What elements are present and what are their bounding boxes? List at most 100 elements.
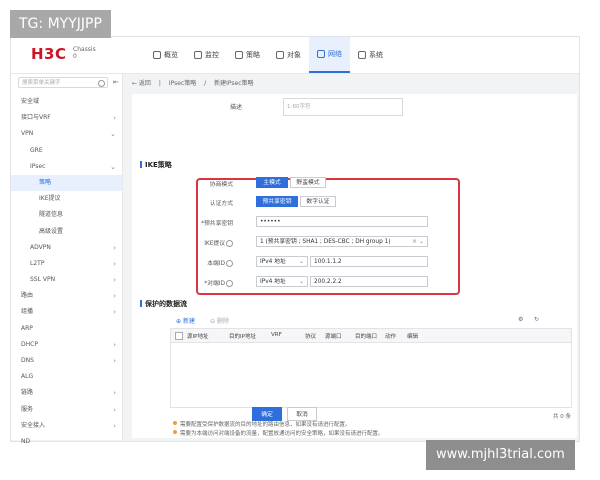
proposal-label: IKE提议	[163, 238, 233, 247]
auth-cert-button[interactable]: 数字认证	[300, 196, 336, 207]
auth-label: 认证方式	[209, 201, 233, 207]
ok-button[interactable]: 确定	[252, 407, 282, 421]
sidebar-item[interactable]: 高级设置	[11, 224, 122, 240]
col-action: 动作	[385, 334, 397, 340]
sidebar-item[interactable]: ARP	[11, 321, 122, 337]
sidebar-item[interactable]: GRE	[11, 143, 122, 159]
proposal-value: 1 (预共享密钥 ; SHA1 ; DES-CBC ; DH group 1)	[260, 239, 391, 245]
gear-icon[interactable]: ⚙	[518, 316, 523, 323]
warning-dot-icon	[173, 430, 177, 434]
chassis-text: Chassis	[73, 46, 96, 53]
chevron-icon: ›	[113, 259, 116, 268]
sidebar-item[interactable]: 组播 ›	[11, 304, 122, 320]
sidebar-item-label: IPsec	[30, 162, 46, 170]
system-icon	[358, 51, 366, 59]
mode-label: 协商模式	[209, 182, 233, 188]
chevron-icon: ›	[113, 114, 116, 123]
menu-search-input[interactable]: 搜索菜单关键字	[18, 77, 108, 88]
sidebar-item[interactable]: ADVPN ›	[11, 240, 122, 256]
local-id-input[interactable]: 100.1.1.2	[310, 256, 428, 267]
network-icon	[317, 50, 325, 58]
sidebar-item[interactable]: IKE提议	[11, 191, 122, 207]
watermark-bottom-right: www.mjhl3trial.com	[426, 440, 575, 470]
monitor-icon	[194, 51, 202, 59]
sidebar-item[interactable]: 安全域	[11, 94, 122, 110]
sidebar-item[interactable]: 隧道信息	[11, 207, 122, 223]
nav-policy-label: 策略	[246, 51, 260, 59]
sidebar-item[interactable]: ALG	[11, 369, 122, 385]
peer-id-type-select[interactable]: IPv4 地址 ⌄	[256, 276, 308, 287]
nav-object[interactable]: 对象	[268, 37, 309, 73]
peer-id-label: *对端ID	[163, 278, 233, 287]
sidebar-item[interactable]: L2TP ›	[11, 256, 122, 272]
mode-aggressive-button[interactable]: 野蛮模式	[290, 177, 326, 188]
app-window: H3C Chassis 0 概览 监控 策略 对象 网络 系统 搜索菜单关键字 …	[10, 36, 580, 445]
breadcrumb-current: 新建IPsec策略	[214, 80, 254, 87]
sidebar-item[interactable]: DHCP ›	[11, 337, 122, 353]
new-flow-button[interactable]: ⊕ 新建	[176, 316, 195, 325]
sidebar-item-label: GRE	[30, 146, 43, 154]
breadcrumb: ← 返回 | IPsec策略 / 新建IPsec策略	[132, 78, 260, 87]
sidebar-item[interactable]: IPsec ⌄	[11, 159, 122, 175]
sidebar-item[interactable]: 服务 ›	[11, 402, 122, 418]
nav-system[interactable]: 系统	[350, 37, 391, 73]
peer-id-input[interactable]: 200.2.2.2	[310, 276, 428, 287]
nav-network[interactable]: 网络	[309, 37, 350, 73]
psk-input[interactable]: ••••••	[256, 216, 428, 227]
search-icon[interactable]	[98, 80, 105, 87]
new-flow-label: 新建	[182, 318, 195, 325]
chevron-icon: ›	[113, 292, 116, 301]
col-protocol: 协议	[305, 334, 317, 340]
nav-object-label: 对象	[287, 51, 301, 59]
info-icon	[226, 240, 233, 247]
col-dst-ip: 目的IP地址	[229, 334, 256, 340]
sidebar-item-label: 服务	[21, 405, 34, 413]
local-id-type-select[interactable]: IPv4 地址 ⌄	[256, 256, 308, 267]
chevron-icon: ⌄	[110, 162, 116, 171]
h3c-logo: H3C	[31, 45, 67, 63]
refresh-icon[interactable]: ↻	[534, 316, 539, 323]
sidebar-menu: 安全域接口与VRF › VPN ⌄ GRE IPsec ⌄ 策略 IKE提议隧道信息 高级设置 AD…	[11, 94, 122, 450]
auth-psk-button[interactable]: 预共享密钥	[256, 196, 298, 207]
sidebar-item[interactable]: ND	[11, 434, 122, 450]
back-link[interactable]: ← 返回	[132, 80, 151, 87]
chevron-icon: ›	[113, 421, 116, 430]
sidebar-item[interactable]: VPN ⌄	[11, 126, 122, 142]
desc-textarea[interactable]: 1-80字符	[283, 98, 403, 116]
collapse-sidebar-icon[interactable]: ⇤	[113, 78, 119, 86]
flow-section-title: 保护的数据流	[140, 299, 187, 309]
sidebar-item-label: L2TP	[30, 259, 45, 267]
watermark-top-left: TG: MYYJJPP	[10, 10, 111, 38]
nav-overview[interactable]: 概览	[145, 37, 186, 73]
delete-flow-button[interactable]: ⊖ 删除	[210, 316, 229, 325]
chassis-label: Chassis 0	[73, 46, 96, 60]
mode-main-button[interactable]: 主模式	[256, 177, 288, 188]
sidebar-item[interactable]: 策略	[11, 174, 122, 192]
peer-id-type-value: IPv4 地址	[260, 279, 286, 285]
nav-system-label: 系统	[369, 51, 383, 59]
sidebar-item-label: 链路	[21, 389, 34, 397]
sidebar-item[interactable]: SSL VPN ›	[11, 272, 122, 288]
sidebar-item[interactable]: 安全接入 ›	[11, 418, 122, 434]
sidebar-item-label: 安全域	[21, 98, 40, 105]
local-id-label-text: 本端ID	[207, 261, 225, 267]
clear-chevron-icon[interactable]: × ⌄	[412, 237, 424, 247]
sidebar-item-label: IKE提议	[39, 195, 61, 203]
breadcrumb-ipsec-policy[interactable]: IPsec策略	[169, 80, 196, 87]
sidebar-item-label: DHCP	[21, 340, 38, 348]
sidebar-item[interactable]: 链路 ›	[11, 385, 122, 401]
nav-policy[interactable]: 策略	[227, 37, 268, 73]
chevron-icon: ›	[113, 357, 116, 365]
sidebar-item[interactable]: 路由 ›	[11, 288, 122, 304]
nav-monitor[interactable]: 监控	[186, 37, 227, 73]
sidebar-item[interactable]: DNS ›	[11, 353, 122, 369]
select-all-checkbox[interactable]	[175, 332, 183, 340]
object-icon	[276, 51, 284, 59]
desc-label: 描述	[230, 104, 243, 111]
cancel-button[interactable]: 取消	[287, 407, 317, 421]
sidebar-item[interactable]: 接口与VRF ›	[11, 110, 122, 126]
overview-icon	[153, 51, 161, 59]
chevron-icon: ›	[113, 243, 116, 252]
proposal-select[interactable]: 1 (预共享密钥 ; SHA1 ; DES-CBC ; DH group 1) ×…	[256, 236, 428, 247]
ike-section-title: IKE策略	[140, 160, 172, 170]
